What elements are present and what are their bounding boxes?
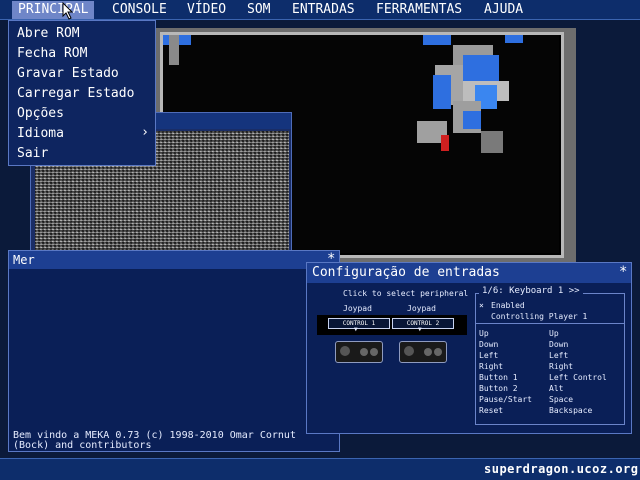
mapping-key[interactable]: Left [549,351,568,360]
message-window-titlebar[interactable]: Mer * [9,251,339,269]
mapping-key[interactable]: Backspace [549,406,592,415]
input-config-window[interactable]: Configuração de entradas * Click to sele… [306,262,632,434]
menu-item-gravar-estado[interactable]: Gravar Estado [17,66,119,81]
submenu-arrow-icon: › [141,125,149,140]
mapping-action: Down [479,340,499,349]
joypad-2-icon[interactable] [399,341,447,363]
menu-principal[interactable]: PRINCIPAL [12,1,95,19]
menu-item-idioma[interactable]: Idioma [17,126,64,141]
menu-item-carregar-estado[interactable]: Carregar Estado [17,86,134,101]
input-config-close-icon[interactable]: * [619,264,627,280]
mapping-action: Button 2 [479,384,518,393]
peripheral-2-type: Joypad [407,304,436,313]
peripheral-1-type: Joypad [343,304,372,313]
mapping-key[interactable]: Right [549,362,573,371]
mapping-action: Left [479,351,499,360]
peripheral-hint: Click to select peripheral [343,289,469,298]
enabled-label: Enabled [491,301,525,310]
mapping-key[interactable]: Alt [549,384,563,393]
mouse-cursor-icon [62,2,74,20]
menubar: PRINCIPAL CONSOLE VÍDEO SOM ENTRADAS FER… [0,0,640,20]
menu-item-fecha-rom[interactable]: Fecha ROM [17,46,87,61]
control-1-label: CONTROL 1 [342,320,376,327]
mapping-key[interactable]: Down [549,340,568,349]
mapping-action: Button 1 [479,373,518,382]
menu-ferramentas[interactable]: FERRAMENTAS [376,2,462,17]
watermark-text: superdragon.ucoz.org [484,462,639,476]
principal-dropdown-menu: Abre ROM Fecha ROM Gravar Estado Carrega… [8,20,156,166]
menu-item-opcoes[interactable]: Opções [17,106,64,121]
control-2-label: CONTROL 2 [406,320,440,327]
menu-som[interactable]: SOM [247,2,270,17]
menu-console[interactable]: CONSOLE [112,2,167,17]
control-1-arrow-icon[interactable]: ▼ [354,326,358,333]
controlling-player-label: Controlling Player 1 [491,312,588,321]
menu-ajuda[interactable]: AJUDA [484,2,523,17]
welcome-message: Bem vindo a MEKA 0.73 (c) 1998-2010 Omar… [13,430,296,451]
mapping-divider [475,323,625,324]
mapping-action: Up [479,329,489,338]
input-config-title: Configuração de entradas [312,265,500,280]
input-config-titlebar[interactable]: Configuração de entradas * [307,263,631,283]
control-1-select[interactable]: CONTROL 1 [328,318,390,329]
control-2-select[interactable]: CONTROL 2 [392,318,454,329]
message-window[interactable]: Mer * Bem vindo a MEKA 0.73 (c) 1998-201… [8,250,340,452]
enabled-checkbox[interactable]: × [479,301,484,310]
message-window-title: Mer [13,253,35,267]
menu-video[interactable]: VÍDEO [187,2,226,17]
mapping-action: Reset [479,406,504,415]
key-mapping-list: Up Up Down Down Left Left Right Right Button 1 Le… [479,329,624,421]
mapping-key[interactable]: Up [549,329,559,338]
menu-entradas[interactable]: ENTRADAS [292,2,355,17]
mapping-key[interactable]: Space [549,395,573,404]
control-2-arrow-icon[interactable]: ▼ [418,326,422,333]
mapping-key[interactable]: Left Control [549,373,607,382]
menu-item-abre-rom[interactable]: Abre ROM [17,26,80,41]
mapping-action: Right [479,362,504,371]
menu-item-sair[interactable]: Sair [17,146,48,161]
mapping-action: Pause/Start [479,395,532,404]
joypad-1-icon[interactable] [335,341,383,363]
keyboard-config-header[interactable]: 1/6: Keyboard 1 >> [479,286,583,296]
